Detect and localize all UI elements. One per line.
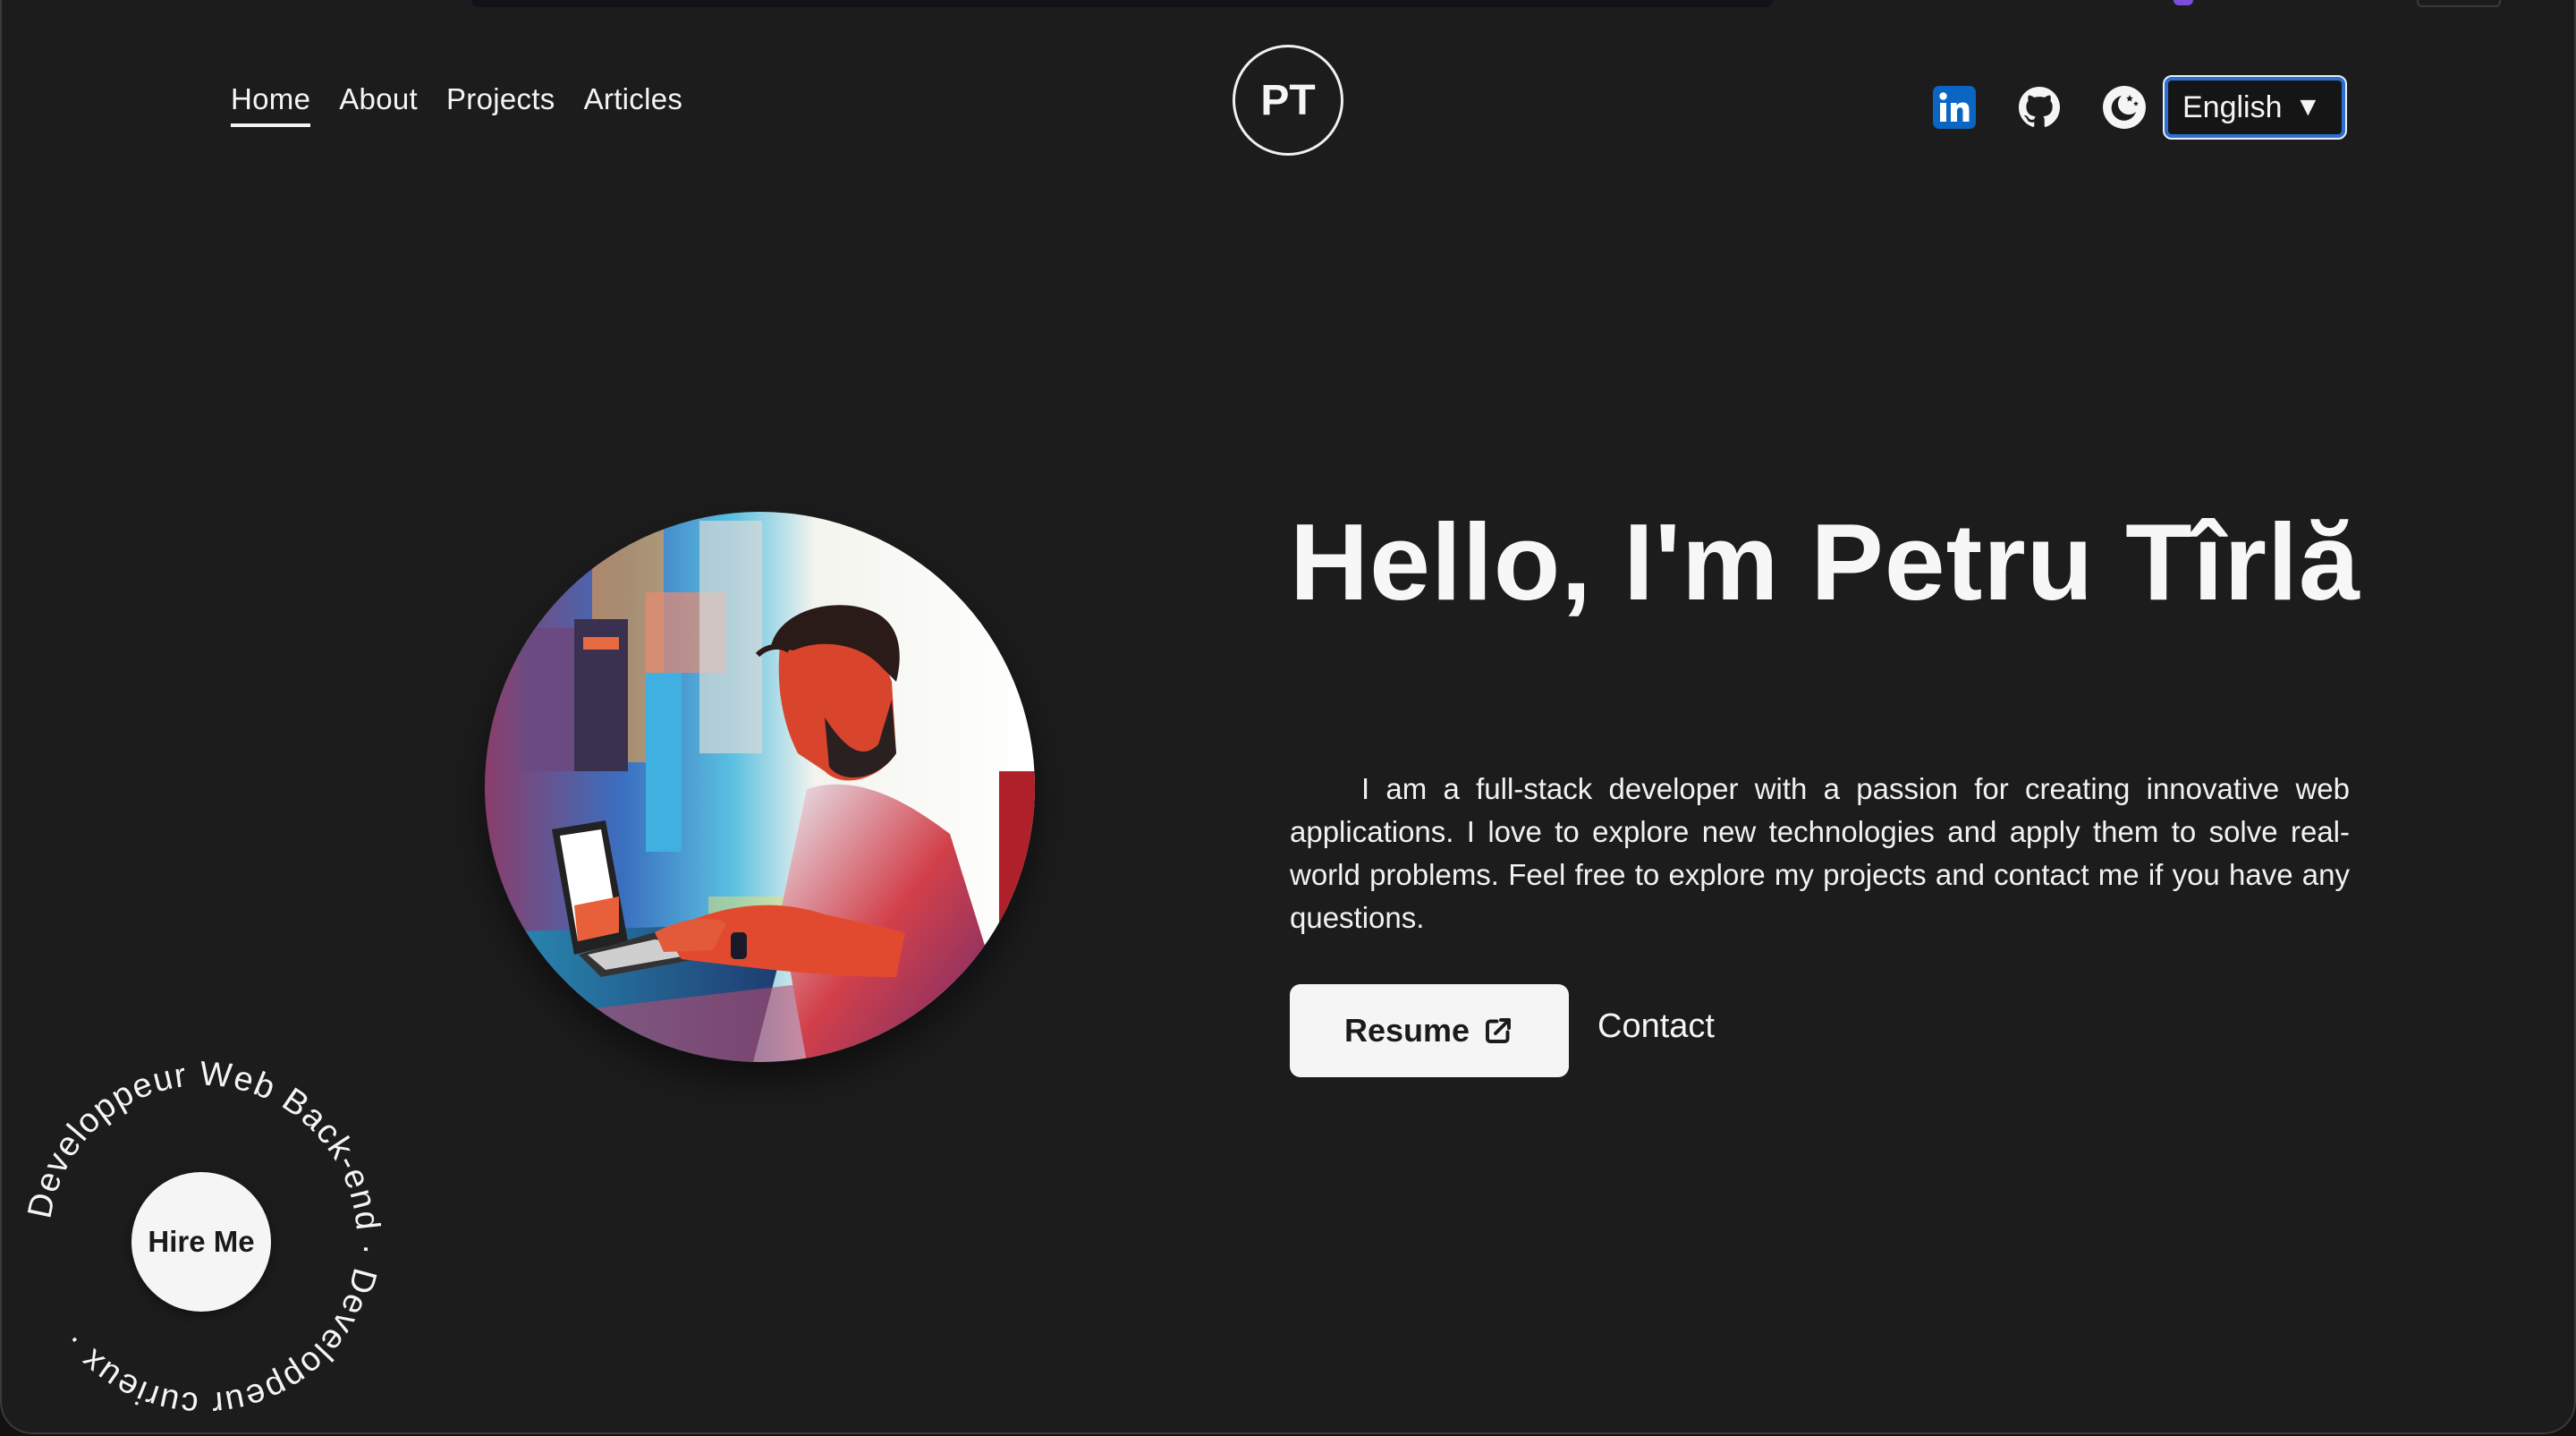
contact-link[interactable]: Contact [1597, 1007, 1715, 1046]
site-logo[interactable]: PT [1233, 45, 1343, 156]
github-link[interactable] [2017, 85, 2062, 130]
dark-mode-moon-icon [2103, 86, 2146, 129]
linkedin-icon [1933, 86, 1976, 129]
top-overlay-strip [471, 0, 1773, 7]
github-icon [2019, 87, 2060, 127]
nav-link-home[interactable]: Home [231, 82, 311, 127]
main-nav: Home About Projects Articles [231, 82, 683, 127]
resume-label: Resume [1343, 1012, 1470, 1049]
external-link-icon [1486, 1018, 1511, 1043]
top-indicator-dot [2174, 0, 2193, 5]
nav-actions: English ▼ [1932, 75, 2347, 140]
browser-viewport: Home About Projects Articles PT English … [0, 0, 2576, 1434]
top-indicator-pill [2417, 0, 2501, 7]
developer-at-laptop-image [485, 512, 1035, 1062]
nav-link-articles[interactable]: Articles [584, 82, 683, 122]
language-select[interactable]: English ▼ [2163, 75, 2347, 140]
theme-toggle-button[interactable] [2102, 85, 2147, 130]
profile-illustration [485, 512, 1035, 1062]
resume-button[interactable]: Resume [1290, 984, 1569, 1077]
language-selected-value: English [2182, 89, 2283, 124]
hire-me-button[interactable]: Hire Me [131, 1172, 271, 1312]
linkedin-link[interactable] [1932, 85, 1977, 130]
hire-me-badge: Developpeur Web Back-end · Developpeur c… [20, 1056, 386, 1423]
hire-me-label: Hire Me [148, 1225, 255, 1258]
nav-link-about[interactable]: About [339, 82, 418, 122]
logo-text: PT [1260, 76, 1316, 124]
nav-link-projects[interactable]: Projects [446, 82, 555, 122]
hero-description: I am a full-stack developer with a passi… [1290, 772, 2350, 934]
hero-title: Hello, I'm Petru Tîrlă [1290, 501, 2360, 623]
chevron-down-icon: ▼ [2294, 92, 2322, 122]
